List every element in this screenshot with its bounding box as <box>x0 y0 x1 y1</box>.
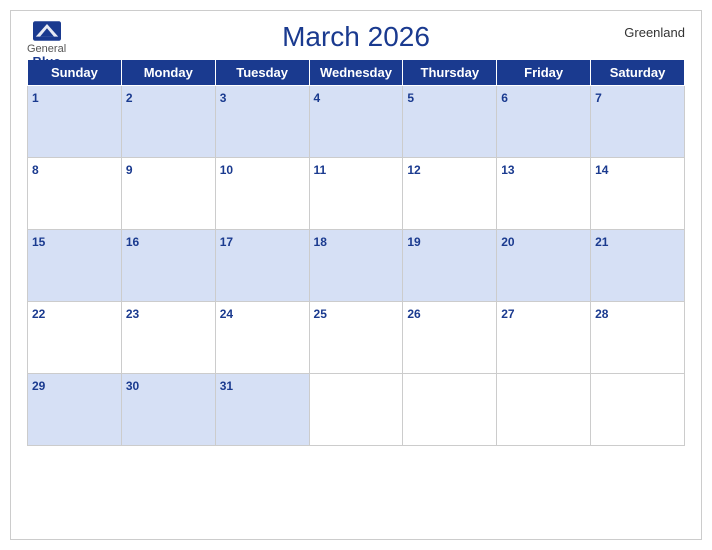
day-number: 15 <box>32 235 45 249</box>
day-number: 28 <box>595 307 608 321</box>
calendar-day-cell: 24 <box>215 302 309 374</box>
calendar-day-cell: 21 <box>591 230 685 302</box>
calendar-day-cell: 12 <box>403 158 497 230</box>
calendar-week-row: 29 30 31 <box>28 374 685 446</box>
calendar-day-cell: 28 <box>591 302 685 374</box>
calendar-day-cell: 18 <box>309 230 403 302</box>
day-number: 1 <box>32 91 39 105</box>
days-header-row: Sunday Monday Tuesday Wednesday Thursday… <box>28 60 685 86</box>
day-number: 25 <box>314 307 327 321</box>
calendar-week-row: 22 23 24 25 26 27 28 <box>28 302 685 374</box>
logo-blue-text: Blue <box>32 55 60 69</box>
calendar-day-cell: 2 <box>121 86 215 158</box>
calendar-week-row: 15 16 17 18 19 20 21 <box>28 230 685 302</box>
calendar-day-cell: 15 <box>28 230 122 302</box>
calendar-day-cell: 14 <box>591 158 685 230</box>
day-number: 9 <box>126 163 133 177</box>
header-wednesday: Wednesday <box>309 60 403 86</box>
calendar-week-row: 8 9 10 11 12 13 14 <box>28 158 685 230</box>
calendar-week-row: 1 2 3 4 5 6 7 <box>28 86 685 158</box>
calendar-day-cell: 10 <box>215 158 309 230</box>
header-thursday: Thursday <box>403 60 497 86</box>
day-number: 29 <box>32 379 45 393</box>
header-monday: Monday <box>121 60 215 86</box>
calendar-day-cell: 3 <box>215 86 309 158</box>
calendar-day-cell <box>403 374 497 446</box>
calendar-day-cell: 25 <box>309 302 403 374</box>
day-number: 10 <box>220 163 233 177</box>
day-number: 4 <box>314 91 321 105</box>
header-friday: Friday <box>497 60 591 86</box>
day-number: 24 <box>220 307 233 321</box>
calendar-day-cell: 29 <box>28 374 122 446</box>
day-number: 19 <box>407 235 420 249</box>
calendar-day-cell: 23 <box>121 302 215 374</box>
logo-icon <box>33 21 61 41</box>
day-number: 16 <box>126 235 139 249</box>
month-title: March 2026 <box>282 21 430 53</box>
day-number: 5 <box>407 91 414 105</box>
calendar-day-cell <box>591 374 685 446</box>
calendar-day-cell: 20 <box>497 230 591 302</box>
calendar-day-cell <box>497 374 591 446</box>
calendar-body: 1234567891011121314151617181920212223242… <box>28 86 685 446</box>
calendar-day-cell: 11 <box>309 158 403 230</box>
day-number: 8 <box>32 163 39 177</box>
day-number: 18 <box>314 235 327 249</box>
day-number: 17 <box>220 235 233 249</box>
day-number: 6 <box>501 91 508 105</box>
day-number: 7 <box>595 91 602 105</box>
calendar-day-cell: 5 <box>403 86 497 158</box>
calendar-day-cell: 19 <box>403 230 497 302</box>
calendar-day-cell: 9 <box>121 158 215 230</box>
header-tuesday: Tuesday <box>215 60 309 86</box>
day-number: 3 <box>220 91 227 105</box>
day-number: 21 <box>595 235 608 249</box>
day-number: 13 <box>501 163 514 177</box>
logo-area: General Blue <box>27 21 66 69</box>
calendar-day-cell: 30 <box>121 374 215 446</box>
day-number: 30 <box>126 379 139 393</box>
calendar-day-cell: 7 <box>591 86 685 158</box>
day-number: 22 <box>32 307 45 321</box>
calendar-day-cell: 26 <box>403 302 497 374</box>
calendar-day-cell <box>309 374 403 446</box>
day-number: 26 <box>407 307 420 321</box>
calendar-day-cell: 13 <box>497 158 591 230</box>
day-number: 20 <box>501 235 514 249</box>
day-number: 27 <box>501 307 514 321</box>
day-number: 12 <box>407 163 420 177</box>
calendar-day-cell: 4 <box>309 86 403 158</box>
day-number: 11 <box>314 163 327 177</box>
calendar-day-cell: 17 <box>215 230 309 302</box>
calendar-table: Sunday Monday Tuesday Wednesday Thursday… <box>27 59 685 446</box>
calendar-day-cell: 31 <box>215 374 309 446</box>
day-number: 23 <box>126 307 139 321</box>
calendar-header: General Blue March 2026 Greenland <box>27 21 685 53</box>
calendar-day-cell: 8 <box>28 158 122 230</box>
calendar-day-cell: 16 <box>121 230 215 302</box>
calendar-day-cell: 6 <box>497 86 591 158</box>
header-saturday: Saturday <box>591 60 685 86</box>
calendar-day-cell: 1 <box>28 86 122 158</box>
day-number: 31 <box>220 379 233 393</box>
day-number: 14 <box>595 163 608 177</box>
day-number: 2 <box>126 91 133 105</box>
calendar-day-cell: 27 <box>497 302 591 374</box>
calendar-day-cell: 22 <box>28 302 122 374</box>
calendar-container: General Blue March 2026 Greenland Sunday… <box>10 10 702 540</box>
region-label: Greenland <box>624 25 685 40</box>
